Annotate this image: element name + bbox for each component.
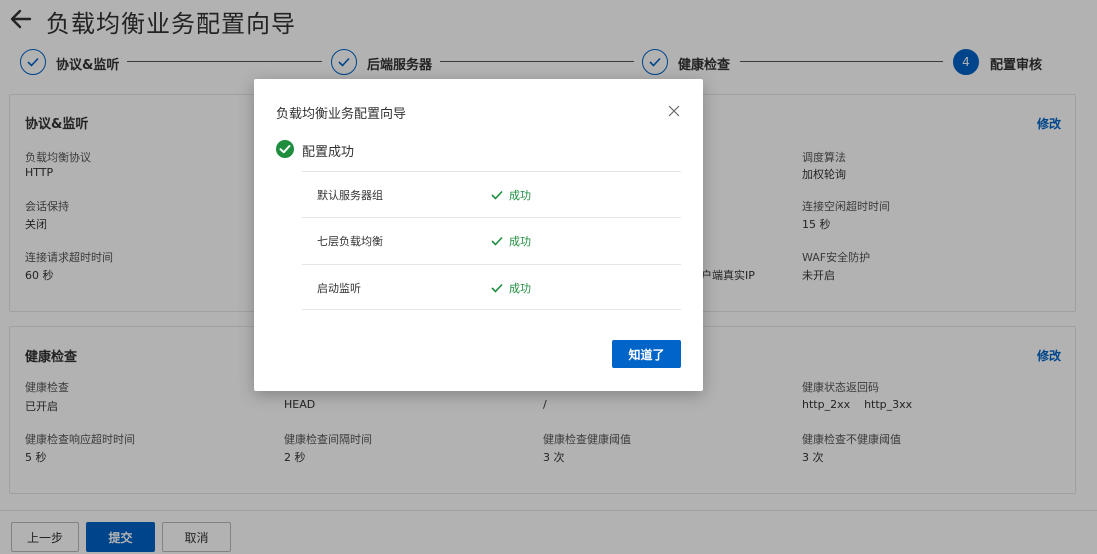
result-name: 默认服务器组 (317, 189, 383, 202)
result-row: 默认服务器组 成功 (302, 171, 681, 217)
result-name: 启动监听 (317, 282, 361, 295)
result-status: 成功 (509, 282, 531, 295)
result-status: 成功 (509, 235, 531, 248)
wizard-page: 负载均衡业务配置向导 协议&监听 后端服务器 健康检查 4 配置审核 协议&监听… (0, 0, 1097, 554)
close-icon[interactable] (667, 104, 681, 118)
dialog-title: 负载均衡业务配置向导 (276, 107, 407, 122)
success-check-icon (276, 140, 294, 158)
result-dialog: 负载均衡业务配置向导 配置成功 默认服务器组 成功 七层负载均衡 成功 启动监听… (254, 79, 703, 391)
success-message: 配置成功 (302, 145, 355, 160)
result-row: 七层负载均衡 成功 (302, 217, 681, 263)
check-icon (491, 283, 503, 293)
check-icon (491, 190, 503, 200)
ok-button[interactable]: 知道了 (612, 340, 681, 368)
result-name: 七层负载均衡 (317, 235, 383, 248)
result-status: 成功 (509, 189, 531, 202)
check-icon (491, 236, 503, 246)
result-row: 启动监听 成功 (302, 264, 681, 310)
